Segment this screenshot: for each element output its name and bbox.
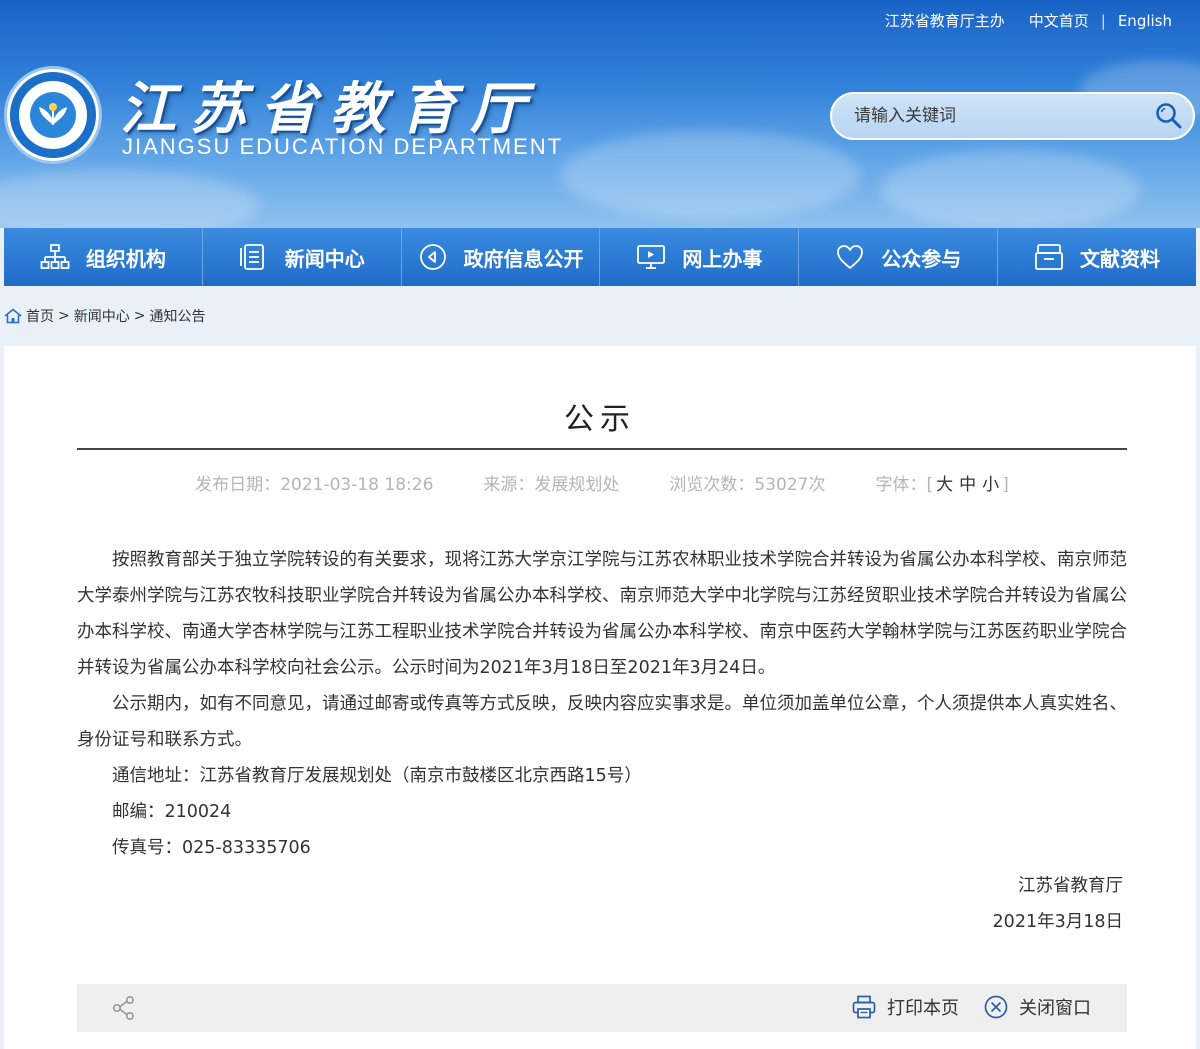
nav-label: 公众参与 [881,246,962,271]
sign-org: 江苏省教育厅 [1018,876,1123,896]
host-text: 江苏省教育厅主办 [884,12,1005,30]
article-signature: 江苏省教育厅 2021年3月18日 [993,868,1123,940]
close-window-button[interactable]: 关闭窗口 [983,994,1091,1020]
english-link[interactable]: English [1106,12,1184,30]
breadcrumb-notice[interactable]: 通知公告 [149,306,205,326]
breadcrumb-sep: > [133,308,146,324]
top-link-separator: | [1100,11,1106,30]
breadcrumb: 首页 > 新闻中心 > 通知公告 [4,306,205,326]
monitor-icon [637,245,666,269]
site-logo-emblem[interactable] [4,66,102,164]
site-title: 江苏省教育厅 [120,77,540,142]
search-button[interactable] [1145,94,1193,138]
breadcrumb-news[interactable]: 新闻中心 [74,306,130,326]
font-size-control: 字体：[大中小] [876,470,1009,495]
search-icon [1156,103,1182,129]
nav-item-news[interactable]: 新闻中心 [202,228,402,286]
font-size-bracket: ] [1002,475,1009,495]
logo-ring [10,72,96,158]
site-subtitle: JIANGSU EDUCATION DEPARTMENT [122,134,564,159]
publish-date: 发布日期：2021-03-18 18:26 [195,475,434,495]
breadcrumb-sep: > [58,308,70,324]
main-nav: 组织机构 新闻中心 政府信息公开 网上办事 公众参与 文献资料 [4,228,1196,286]
view-count: 浏览次数：53027次 [669,475,826,495]
nav-item-online-service[interactable]: 网上办事 [600,228,800,286]
font-medium-button[interactable]: 中 [956,475,979,495]
article-paragraph: 按照教育部关于独立学院转设的有关要求，现将江苏大学京江学院与江苏农林职业技术学院… [77,550,1127,678]
article-source: 来源：发展规划处 [483,475,620,495]
article-paragraph: 邮编：210024 [112,802,232,822]
heart-icon [837,245,864,269]
book-leaf-icon [39,103,67,125]
header-cloud [880,150,1140,228]
breadcrumb-home[interactable]: 首页 [26,306,54,326]
article-body: 按照教育部关于独立学院转设的有关要求，现将江苏大学京江学院与江苏农林职业技术学院… [77,542,1127,866]
font-size-label: 字体：[ [875,475,934,495]
archive-icon [1035,244,1063,270]
article-paragraph: 公示期内，如有不同意见，请通过邮寄或传真等方式反映，反映内容应实事求是。单位须加… [77,694,1127,750]
close-icon [984,995,1008,1019]
nav-label: 政府信息公开 [463,246,584,271]
print-button[interactable]: 打印本页 [851,994,959,1020]
title-divider [77,448,1127,450]
nav-label: 网上办事 [682,246,763,271]
broadcast-icon [419,244,446,270]
article-meta: 发布日期：2021-03-18 18:26 来源：发展规划处 浏览次数：5302… [77,470,1127,495]
nav-item-gov-info[interactable]: 政府信息公开 [401,228,601,286]
site-header: 江苏省教育厅主办 中文首页 | English 江苏省教育厅 JIANGSU E… [0,0,1200,228]
article-toolbar: 打印本页 关闭窗口 [77,984,1127,1032]
document-icon [239,244,264,270]
close-label: 关闭窗口 [1019,998,1091,1019]
sign-date: 2021年3月18日 [992,912,1123,932]
share-button[interactable] [111,995,137,1025]
home-icon [4,308,22,324]
search-input[interactable] [832,106,1145,126]
org-chart-icon [40,244,70,269]
nav-item-org[interactable]: 组织机构 [4,228,203,286]
header-cloud [0,170,260,228]
font-large-button[interactable]: 大 [933,475,956,495]
article-paragraph: 传真号：025-83335706 [112,838,311,858]
home-cn-link[interactable]: 中文首页 [1017,10,1101,31]
top-links: 江苏省教育厅主办 中文首页 | English [873,10,1184,31]
nav-label: 组织机构 [85,246,166,271]
search-box [830,92,1195,140]
logo-inner [30,92,76,138]
print-label: 打印本页 [887,998,959,1019]
nav-label: 新闻中心 [284,246,365,271]
article-paragraph: 通信地址：江苏省教育厅发展规划处（南京市鼓楼区北京西路15号） [112,766,642,786]
article-title: 公示 [564,402,636,437]
article-container: 公示 发布日期：2021-03-18 18:26 来源：发展规划处 浏览次数：5… [4,346,1196,1049]
font-small-button[interactable]: 小 [979,475,1002,495]
header-cloud [560,130,860,220]
share-icon [112,995,135,1020]
printer-icon [852,995,876,1019]
nav-label: 文献资料 [1080,246,1161,271]
nav-item-literature[interactable]: 文献资料 [998,228,1196,286]
nav-item-public-participation[interactable]: 公众参与 [799,228,999,286]
